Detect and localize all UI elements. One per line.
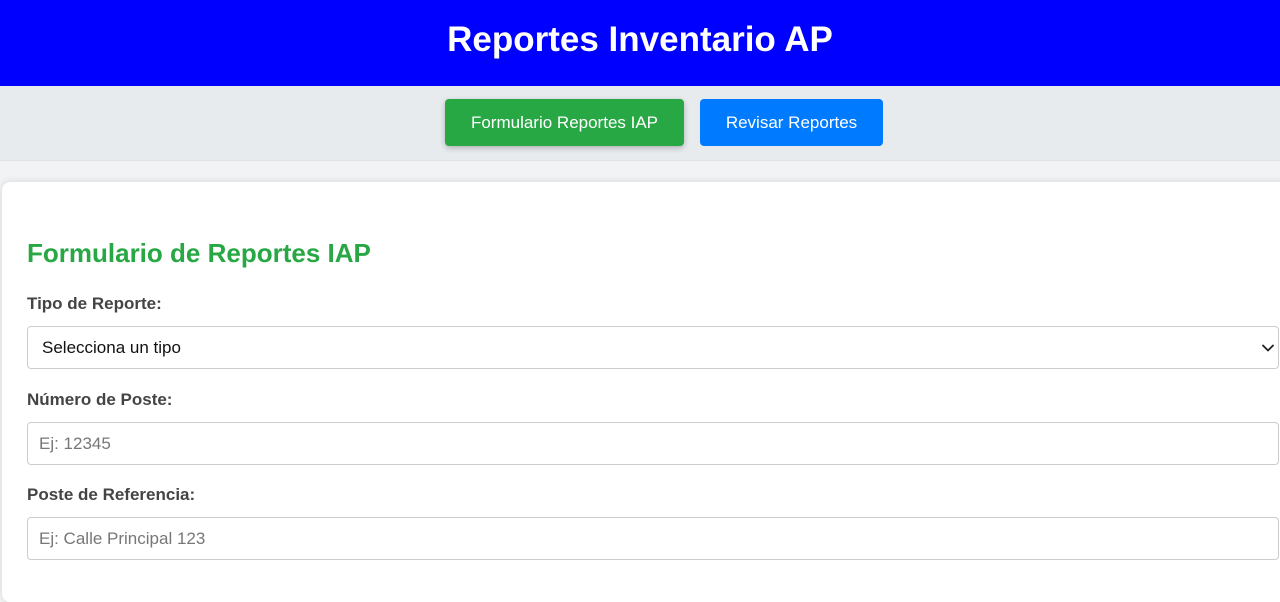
report-type-selected-value: Selecciona un tipo [42,337,181,357]
pole-number-label: Número de Poste: [27,390,173,409]
review-reports-button[interactable]: Revisar Reportes [700,99,883,146]
report-type-select[interactable]: Selecciona un tipo [27,326,1279,369]
reference-pole-input[interactable]: Ej: Calle Principal 123 [27,517,1279,560]
page-title: Reportes Inventario AP [447,19,833,59]
pole-number-input[interactable]: Ej: 12345 [27,422,1279,465]
form-title: Formulario de Reportes IAP [27,238,371,268]
app-header: Reportes Inventario AP [0,0,1280,86]
pole-number-placeholder: Ej: 12345 [39,433,111,453]
nav-bar: Formulario Reportes IAP Revisar Reportes [0,86,1280,161]
reference-pole-label: Poste de Referencia: [27,485,196,504]
reference-pole-placeholder: Ej: Calle Principal 123 [39,528,206,548]
chevron-down-icon [1262,344,1274,351]
form-reports-button[interactable]: Formulario Reportes IAP [445,99,684,146]
report-type-label: Tipo de Reporte: [27,294,162,313]
